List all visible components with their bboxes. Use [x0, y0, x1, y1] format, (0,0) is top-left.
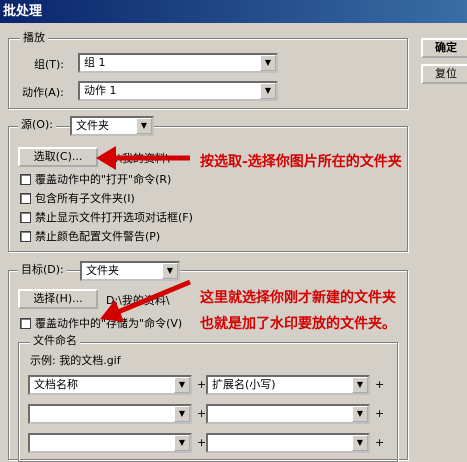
annotation-arrows — [96, 146, 191, 322]
destination-annotation-line-1: 这里就选择你刚才新建的文件夹 — [200, 290, 396, 306]
source-annotation: 按选取-选择你图片所在的文件夹 — [200, 154, 402, 170]
destination-annotation-line-2: 也就是加了水印要放的文件夹。 — [200, 316, 396, 332]
destination-arrow-icon — [100, 279, 191, 322]
source-arrow-icon — [96, 146, 190, 170]
